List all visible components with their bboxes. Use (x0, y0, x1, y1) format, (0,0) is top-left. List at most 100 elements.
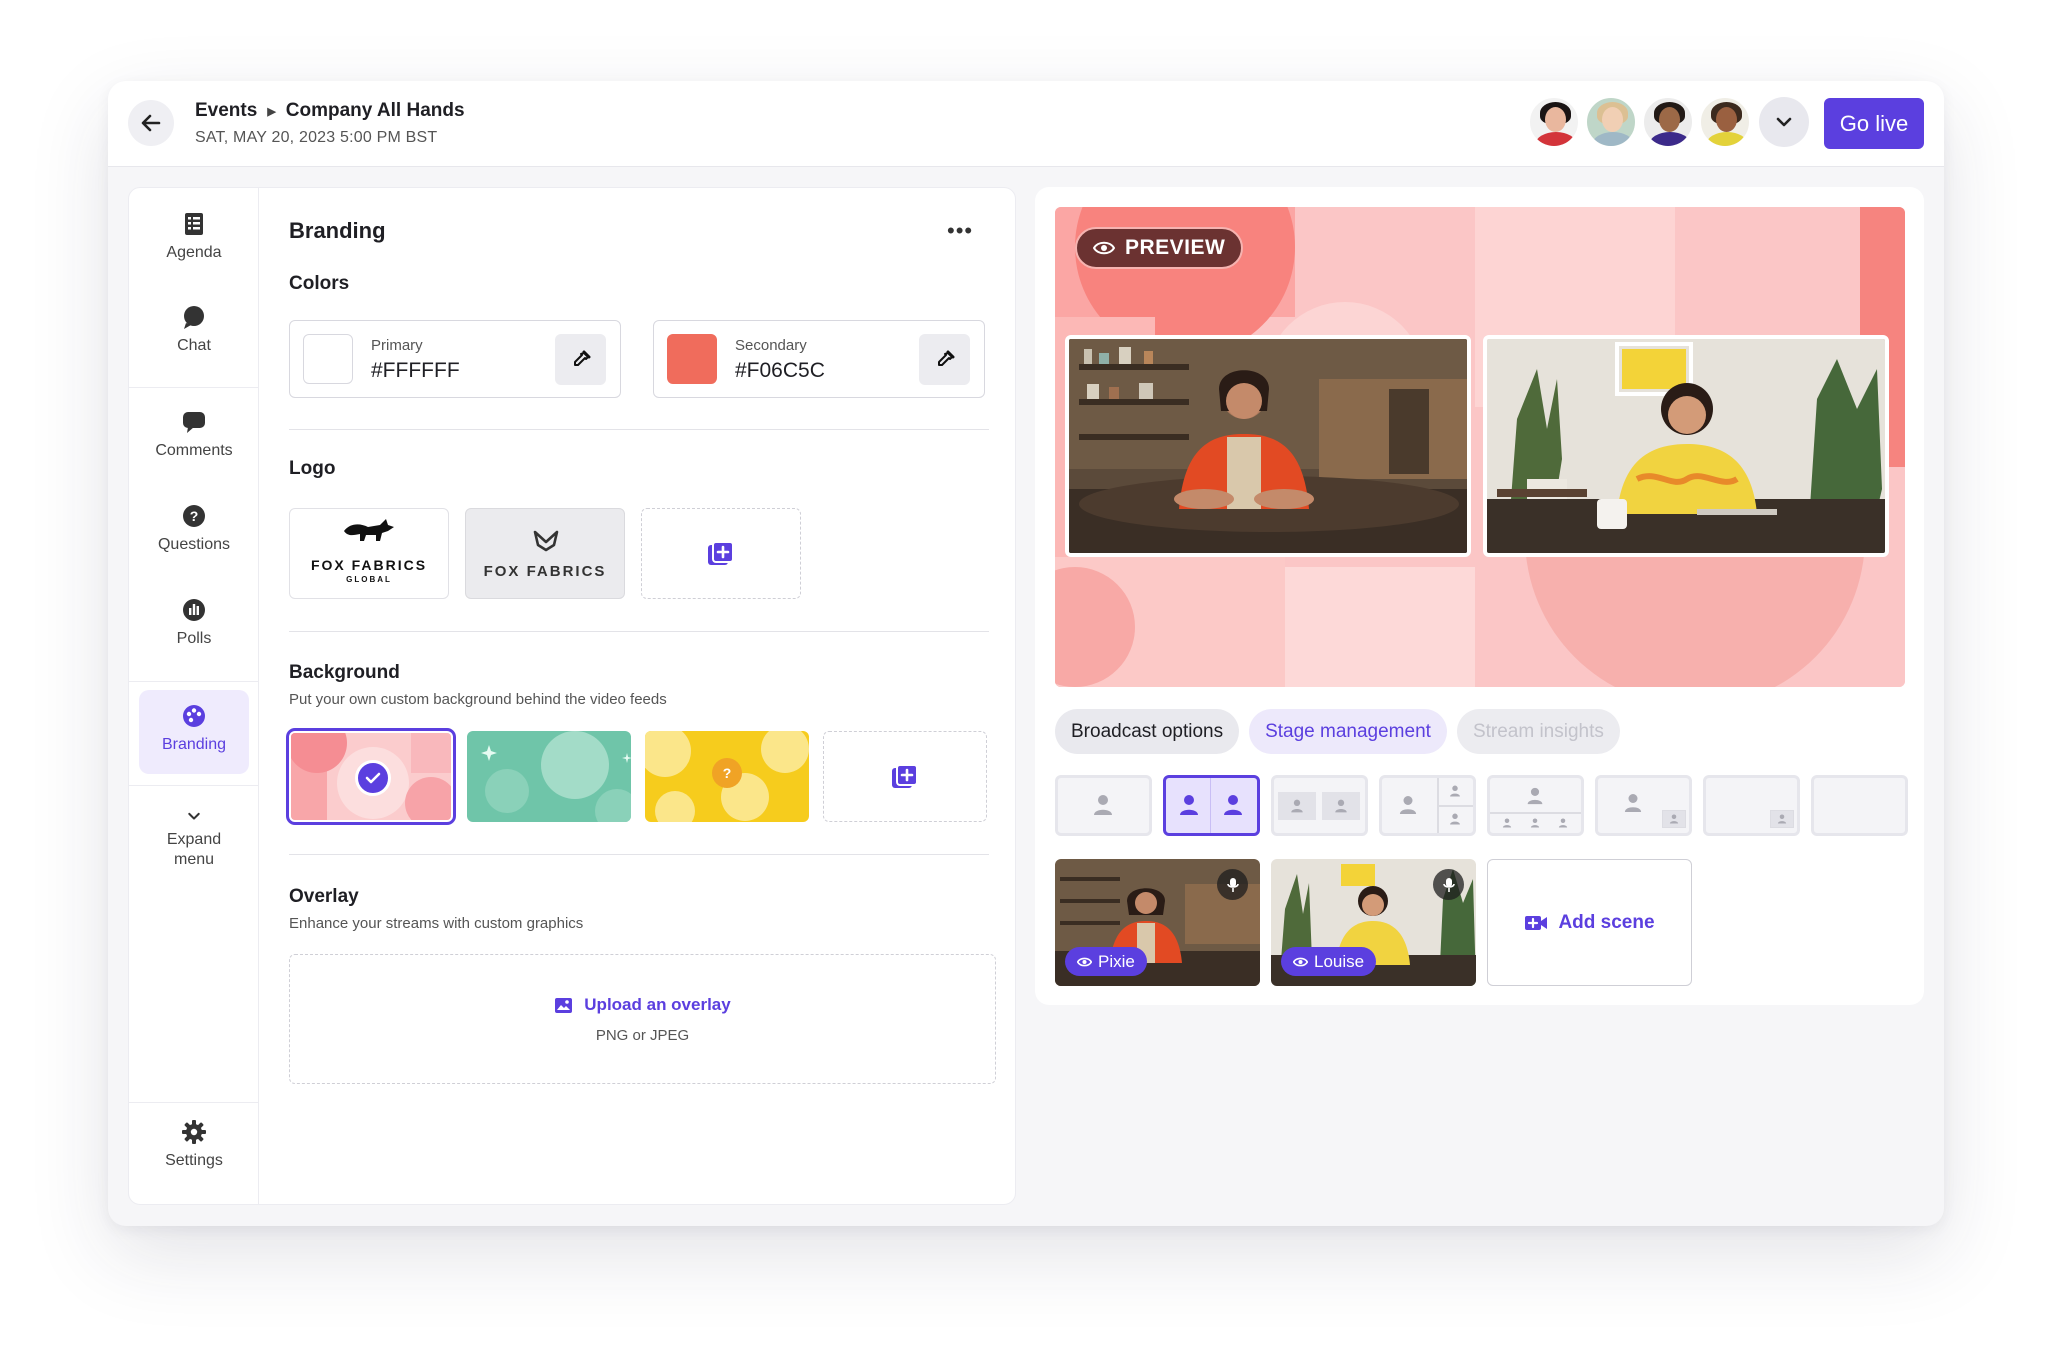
sidebar-item-agenda[interactable]: Agenda (139, 198, 249, 280)
fox-logo-icon (344, 519, 394, 541)
logo-option-fox-fabrics-global[interactable]: FOX FABRICS GLOBAL (289, 508, 449, 599)
background-option-yellow[interactable]: ? (645, 731, 809, 822)
more-participants-button[interactable] (1759, 97, 1809, 147)
primary-value[interactable]: #FFFFFF (371, 359, 460, 383)
sidebar-item-label: Comments (155, 442, 233, 459)
svg-text:?: ? (723, 765, 732, 781)
primary-label: Primary (371, 337, 423, 354)
eyedropper-icon (573, 350, 590, 366)
eye-icon (1077, 957, 1092, 966)
logo-heading: Logo (289, 458, 336, 479)
sidebar-item-label: Chat (177, 337, 211, 354)
back-button[interactable] (128, 100, 174, 146)
breadcrumb-events[interactable]: Events (195, 100, 257, 122)
person-icon (1224, 795, 1242, 815)
top-header: Events ▶ Company All Hands SAT, MAY 20, … (108, 81, 1944, 167)
arrow-left-icon (141, 114, 161, 132)
sidebar-item-expand-menu[interactable]: Expand menu (139, 794, 249, 882)
person-icon (1094, 795, 1112, 815)
sidebar-item-comments[interactable]: Comments (139, 396, 249, 478)
upload-overlay-link[interactable]: Upload an overlay (290, 995, 995, 1015)
avatar[interactable] (1699, 96, 1751, 148)
svg-text:?: ? (190, 508, 199, 524)
primary-color-field[interactable]: Primary #FFFFFF (289, 320, 621, 398)
logo-wordmark: FOX FABRICS (310, 557, 428, 573)
question-icon: ? (183, 505, 205, 527)
background-description: Put your own custom background behind th… (289, 691, 667, 708)
avatar[interactable] (1642, 96, 1694, 148)
event-date: SAT, MAY 20, 2023 5:00 PM BST (195, 129, 438, 146)
sidebar-item-label: Expand menu (166, 831, 222, 868)
eye-icon (1293, 957, 1308, 966)
layout-options (1055, 775, 1908, 836)
person-icon (1180, 795, 1198, 815)
sidebar-item-polls[interactable]: Polls (139, 584, 249, 666)
tab-broadcast-options[interactable]: Broadcast options (1055, 709, 1240, 754)
secondary-value[interactable]: #F06C5C (735, 359, 825, 383)
avatar[interactable] (1528, 96, 1580, 148)
sidebar-item-chat[interactable]: Chat (139, 291, 249, 373)
more-options-icon[interactable]: ••• (947, 218, 973, 244)
overlay-upload-dropzone[interactable]: Upload an overlay PNG or JPEG (289, 954, 996, 1084)
layout-main-plus-three[interactable] (1487, 775, 1584, 836)
eye-icon (1093, 241, 1115, 255)
settings-button[interactable]: Settings (139, 1106, 249, 1188)
microphone-icon[interactable] (1217, 869, 1248, 900)
tab-stream-insights[interactable]: Stream insights (1456, 709, 1620, 754)
sidebar-item-branding[interactable]: Branding (139, 690, 249, 774)
logo-wordmark: FOX FABRICS (483, 563, 607, 580)
layout-corner-small[interactable] (1703, 775, 1800, 836)
layout-main-plus-two[interactable] (1379, 775, 1476, 836)
divider (289, 854, 989, 855)
background-option-teal[interactable] (467, 731, 631, 822)
scene-name-text: Louise (1314, 951, 1365, 971)
divider (129, 785, 259, 786)
gear-icon (182, 1120, 206, 1144)
scene-pixie[interactable]: Pixie (1055, 859, 1260, 986)
add-background-button[interactable] (823, 731, 987, 822)
preview-badge: PREVIEW (1075, 227, 1244, 269)
secondary-eyedropper-button[interactable] (919, 334, 970, 385)
scene-label: Pixie (1065, 947, 1147, 976)
branding-panel: Agenda Chat Comments ? Questions Polls B… (128, 187, 1016, 1205)
sidebar-item-label: Branding (161, 736, 227, 753)
palette-icon (183, 705, 205, 727)
layout-empty[interactable] (1811, 775, 1908, 836)
avatar[interactable] (1585, 96, 1637, 148)
yellow-pattern: ? (645, 731, 809, 822)
overlay-description: Enhance your streams with custom graphic… (289, 915, 584, 932)
sidebar-item-label: Agenda (166, 244, 222, 261)
tab-stage-management[interactable]: Stage management (1249, 709, 1447, 754)
background-option-pink[interactable] (286, 728, 456, 825)
broadcast-panel: PREVIEW Broadcast options Stage manageme… (1035, 187, 1924, 1005)
scene-louise[interactable]: Louise (1271, 859, 1476, 986)
add-logo-button[interactable] (641, 508, 801, 599)
layout-single[interactable] (1055, 775, 1152, 836)
divider (289, 429, 989, 430)
layout-picture-in-picture[interactable] (1595, 775, 1692, 836)
participant-avatars (1528, 96, 1809, 148)
chevron-down-icon (188, 812, 200, 820)
fox-mark-icon (533, 530, 559, 552)
image-upload-icon (555, 998, 573, 1013)
layout-two-up[interactable] (1163, 775, 1260, 836)
chevron-down-icon (1776, 117, 1792, 127)
primary-eyedropper-button[interactable] (555, 334, 606, 385)
add-image-icon (892, 763, 918, 788)
sidebar-item-questions[interactable]: ? Questions (139, 490, 249, 572)
broadcast-tabs: Broadcast options Stage management Strea… (1055, 709, 1620, 754)
polls-icon (183, 599, 205, 621)
microphone-icon[interactable] (1433, 869, 1464, 900)
settings-label: Settings (165, 1152, 223, 1169)
layout-two-small[interactable] (1271, 775, 1368, 836)
add-image-icon (708, 540, 734, 565)
comments-icon (183, 412, 205, 433)
add-scene-button[interactable]: Add scene (1487, 859, 1692, 986)
secondary-color-field[interactable]: Secondary #F06C5C (653, 320, 985, 398)
secondary-swatch (667, 334, 717, 384)
go-live-button[interactable]: Go live (1824, 98, 1924, 149)
teal-pattern (467, 731, 631, 822)
divider (129, 681, 259, 682)
upload-overlay-label: Upload an overlay (584, 995, 731, 1014)
logo-option-fox-fabrics[interactable]: FOX FABRICS (465, 508, 625, 599)
